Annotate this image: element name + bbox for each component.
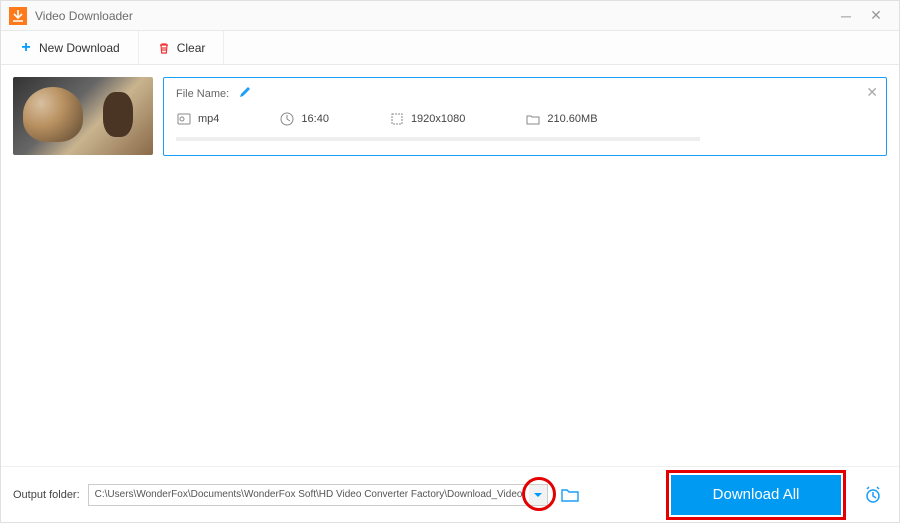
format-icon — [176, 111, 192, 127]
output-path-wrap — [88, 484, 548, 506]
output-path-input[interactable] — [88, 484, 548, 506]
clock-icon — [279, 111, 295, 127]
minimize-button[interactable]: ─ — [831, 6, 861, 26]
edit-icon[interactable] — [239, 86, 251, 101]
format-value: mp4 — [198, 113, 219, 125]
output-folder-label: Output folder: — [13, 489, 80, 501]
browse-folder-button[interactable] — [560, 485, 580, 505]
folder-size-icon — [525, 111, 541, 127]
close-window-button[interactable]: ✕ — [861, 6, 891, 26]
size-value: 210.60MB — [547, 113, 597, 125]
progress-bar — [176, 137, 700, 141]
app-icon — [9, 7, 27, 25]
schedule-button[interactable] — [859, 481, 887, 509]
remove-item-button[interactable]: ✕ — [866, 84, 878, 101]
item-metadata: mp4 16:40 1920x1080 — [176, 111, 874, 127]
duration-meta: 16:40 — [279, 111, 329, 127]
footer-bar: Output folder: Download All — [1, 466, 899, 522]
file-name-row: File Name: — [176, 86, 874, 101]
duration-value: 16:40 — [301, 113, 329, 125]
video-thumbnail — [13, 77, 153, 155]
new-download-button[interactable]: + New Download — [1, 31, 139, 64]
window-title: Video Downloader — [35, 9, 831, 23]
download-list: ✕ File Name: mp4 16:40 — [1, 65, 899, 466]
clear-label: Clear — [177, 41, 206, 55]
download-all-button[interactable]: Download All — [671, 475, 841, 515]
item-card[interactable]: ✕ File Name: mp4 16:40 — [163, 77, 887, 156]
title-bar: Video Downloader ─ ✕ — [1, 1, 899, 31]
resolution-value: 1920x1080 — [411, 113, 465, 125]
resolution-meta: 1920x1080 — [389, 111, 465, 127]
clear-button[interactable]: Clear — [139, 31, 225, 64]
toolbar: + New Download Clear — [1, 31, 899, 65]
chevron-down-icon — [534, 491, 542, 499]
resolution-icon — [389, 111, 405, 127]
file-name-label: File Name: — [176, 88, 229, 100]
format-meta: mp4 — [176, 111, 219, 127]
download-all-wrap: Download All — [671, 475, 841, 515]
trash-icon — [157, 41, 171, 55]
download-item: ✕ File Name: mp4 16:40 — [13, 77, 887, 156]
plus-icon: + — [19, 41, 33, 55]
new-download-label: New Download — [39, 41, 120, 55]
size-meta: 210.60MB — [525, 111, 597, 127]
path-dropdown-button[interactable] — [529, 485, 547, 505]
